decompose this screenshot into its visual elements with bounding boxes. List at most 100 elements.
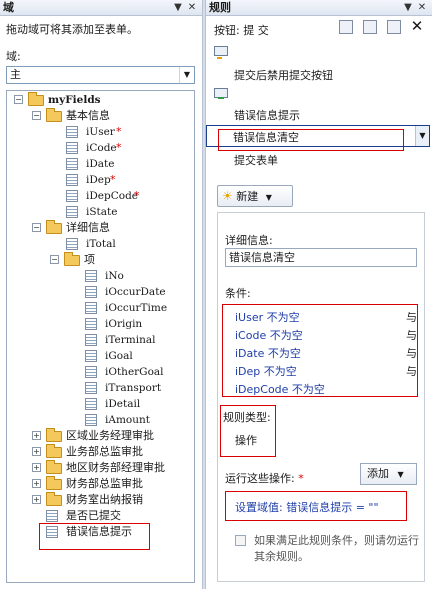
- chevron-down-icon: ▼: [397, 470, 404, 479]
- tree-field-ino[interactable]: iNo: [85, 268, 185, 284]
- chevron-down-icon[interactable]: ▼: [415, 126, 429, 146]
- rules-pane-title: 规则: [209, 1, 231, 14]
- required-marker: *: [116, 141, 122, 154]
- tree-field-ioccurdate[interactable]: iOccurDate: [85, 284, 185, 300]
- tree-node-approval-5[interactable]: + 财务室出纳报销: [32, 492, 192, 508]
- tree-node-label: 基本信息: [66, 109, 110, 122]
- field-icon: [66, 126, 78, 138]
- drag-hint: 拖动域可将其添加至表单。: [6, 23, 138, 36]
- folder-icon: [46, 428, 62, 442]
- tree-field-iorigin[interactable]: iOrigin: [85, 316, 185, 332]
- tree-field-submitted[interactable]: 是否已提交: [46, 508, 166, 524]
- collapse-icon[interactable]: −: [32, 223, 41, 232]
- fields-pane-header: 域 ▼ ✕: [0, 0, 202, 16]
- tree-field-iothergoal[interactable]: iOtherGoal: [85, 364, 185, 380]
- highlight-box: [218, 129, 404, 151]
- tree-field-idate[interactable]: iDate: [66, 156, 186, 172]
- new-rule-button[interactable]: ☀ 新建 ▼: [217, 185, 293, 207]
- tree-field-idepcode[interactable]: iDepCode: [66, 188, 186, 204]
- tree-node-label: 业务部总监审批: [66, 445, 143, 458]
- highlight-box: [222, 304, 418, 397]
- rule-name-input[interactable]: 错误信息清空: [225, 248, 417, 267]
- field-label: iGoal: [105, 350, 133, 362]
- tree-node-group-items[interactable]: − 项: [50, 252, 180, 268]
- field-label: 是否已提交: [66, 509, 121, 522]
- tree-node-label: 财务部总监审批: [66, 477, 143, 490]
- paste-icon[interactable]: [387, 20, 401, 34]
- tree-field-iamount[interactable]: iAmount: [85, 412, 185, 428]
- field-label: iOrigin: [105, 318, 143, 330]
- field-icon: [66, 190, 78, 202]
- tree-node-approval-3[interactable]: + 地区财务部经理审批: [32, 460, 192, 476]
- tree-node-label: 地区财务部经理审批: [66, 461, 165, 474]
- field-icon: [66, 142, 78, 154]
- stop-rules-checkbox[interactable]: [235, 535, 246, 546]
- folder-icon: [46, 476, 62, 490]
- field-label: iNo: [105, 270, 124, 282]
- field-label: iTransport: [105, 382, 162, 394]
- tree-field-istate[interactable]: iState: [66, 204, 186, 220]
- fields-pane-title: 域: [3, 1, 14, 14]
- expand-icon[interactable]: +: [32, 479, 41, 488]
- tree-node-group-basic[interactable]: − 基本信息: [32, 108, 182, 124]
- field-label: iTerminal: [105, 334, 156, 346]
- collapse-icon[interactable]: −: [32, 111, 41, 120]
- field-label: iDep: [86, 174, 111, 186]
- highlight-box: [220, 405, 276, 457]
- rule-action-icon: [214, 88, 228, 99]
- field-label: iOtherGoal: [105, 366, 164, 378]
- tree-node-label: 区域业务经理审批: [66, 429, 154, 442]
- copy-icon[interactable]: [339, 20, 353, 34]
- close-icon[interactable]: ✕: [186, 0, 198, 15]
- field-icon: [66, 238, 78, 250]
- expand-icon[interactable]: +: [32, 447, 41, 456]
- tree-node-group-detail[interactable]: − 详细信息: [32, 220, 182, 236]
- tree-field-iuser[interactable]: iUser: [66, 124, 186, 140]
- tree-field-igoal[interactable]: iGoal: [85, 348, 185, 364]
- tree-node-root[interactable]: − myFields: [14, 92, 164, 108]
- tree-field-iterminal[interactable]: iTerminal: [85, 332, 185, 348]
- expand-icon[interactable]: +: [32, 463, 41, 472]
- pane-menu-icon[interactable]: ▼: [402, 0, 414, 15]
- field-label: iTotal: [86, 238, 116, 250]
- new-rule-label: 新建: [236, 190, 259, 203]
- tree-node-label: 项: [84, 253, 95, 266]
- chevron-down-icon[interactable]: ▼: [179, 67, 194, 83]
- rule-item[interactable]: 错误信息提示: [234, 107, 300, 123]
- tree-node-label: 财务室出纳报销: [66, 493, 143, 506]
- expand-icon[interactable]: +: [32, 495, 41, 504]
- expand-icon[interactable]: +: [32, 431, 41, 440]
- domain-select[interactable]: 主 ▼: [6, 66, 195, 84]
- folder-icon: [46, 108, 62, 122]
- field-icon: [66, 206, 78, 218]
- field-icon: [85, 366, 97, 378]
- rule-item[interactable]: 提交后禁用提交按钮: [234, 67, 333, 83]
- tree-node-approval-2[interactable]: + 业务部总监审批: [32, 444, 192, 460]
- tree-node-approval-4[interactable]: + 财务部总监审批: [32, 476, 192, 492]
- close-icon[interactable]: ✕: [416, 0, 428, 15]
- field-icon: [85, 270, 97, 282]
- add-action-button[interactable]: 添加 ▼: [360, 463, 417, 485]
- pane-menu-icon[interactable]: ▼: [172, 0, 184, 15]
- tree-node-approval-1[interactable]: + 区域业务经理审批: [32, 428, 192, 444]
- field-icon: [85, 414, 97, 426]
- tree-field-idetail[interactable]: iDetail: [85, 396, 185, 412]
- tree-field-itotal[interactable]: iTotal: [66, 236, 186, 252]
- stop-rules-label: 如果满足此规则条件，则请勿运行其余规则。: [254, 534, 419, 563]
- required-marker: *: [116, 125, 122, 138]
- duplicate-icon[interactable]: [363, 20, 377, 34]
- required-marker: *: [110, 173, 116, 186]
- tree-field-idep[interactable]: iDep: [66, 172, 186, 188]
- rule-details-panel: [217, 212, 425, 582]
- delete-icon[interactable]: ✕: [410, 18, 424, 34]
- rule-item[interactable]: 提交表单: [234, 152, 278, 168]
- tree-field-ioccurtime[interactable]: iOccurTime: [85, 300, 185, 316]
- details-label: 详细信息:: [225, 234, 273, 247]
- collapse-icon[interactable]: −: [50, 255, 59, 264]
- collapse-icon[interactable]: −: [14, 95, 23, 104]
- folder-icon: [46, 492, 62, 506]
- domain-label: 域:: [6, 50, 21, 63]
- tree-field-itransport[interactable]: iTransport: [85, 380, 185, 396]
- tree-field-icode[interactable]: iCode: [66, 140, 186, 156]
- field-label: iDate: [86, 158, 115, 170]
